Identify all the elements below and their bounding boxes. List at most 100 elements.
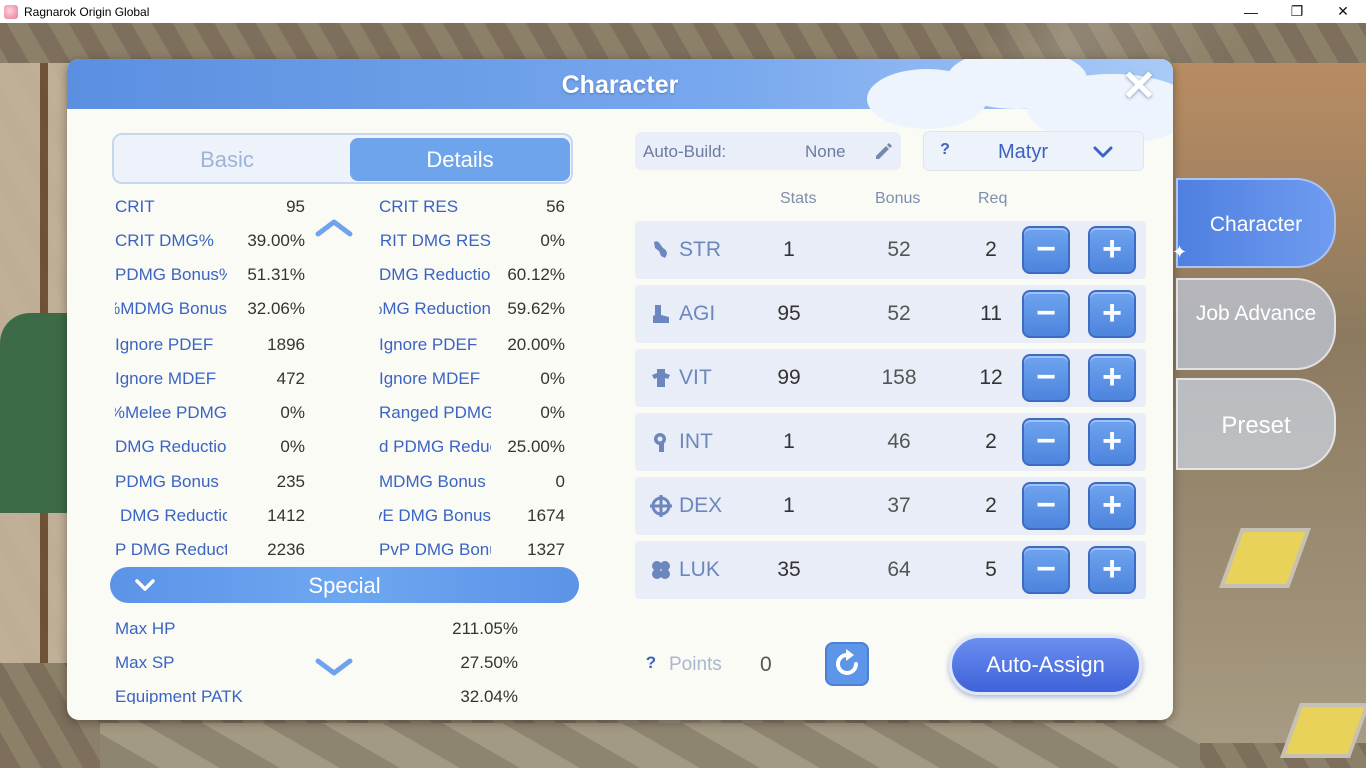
attribute-name: AGI (679, 302, 716, 325)
maximize-button[interactable]: ❐ (1274, 0, 1320, 23)
stat-value: 1674 (527, 506, 565, 525)
panel-title: Character (561, 71, 679, 99)
chevron-down-icon (1093, 146, 1113, 158)
stat-name: Melee PDMG% (115, 403, 227, 422)
scene-ground (100, 723, 1200, 768)
chevron-down-icon[interactable] (312, 655, 356, 681)
stat-value: 0% (540, 231, 565, 250)
stat-name: Ranged PDMG% (379, 403, 491, 422)
stat-value: 56 (546, 197, 565, 216)
auto-build-field[interactable]: Auto-Build: None (635, 132, 901, 170)
tab-details[interactable]: Details (350, 138, 570, 181)
decrease-str-button[interactable]: − (1022, 226, 1070, 274)
attribute-bonus: 46 (887, 430, 911, 453)
points-label: Points (669, 654, 722, 675)
attribute-name: LUK (679, 558, 720, 581)
stat-value: 0% (540, 403, 565, 422)
help-icon[interactable]: ? (936, 141, 954, 159)
dex-icon (650, 495, 672, 517)
auto-build-label: Auto-Build: (643, 142, 727, 161)
reset-button[interactable] (825, 642, 869, 686)
stat-name: Equipment PATK (115, 687, 243, 704)
side-tab-job-advance[interactable]: Job Advance (1176, 278, 1336, 370)
chevron-up-icon[interactable] (312, 214, 356, 240)
increase-int-button[interactable]: + (1088, 418, 1136, 466)
job-select-value: Matyr (998, 141, 1048, 163)
stat-value: 32.06% (247, 299, 305, 318)
column-header-stats: Stats (780, 190, 817, 207)
close-icon[interactable]: ✕ (1119, 65, 1159, 107)
points-help-icon[interactable]: ? (641, 653, 661, 673)
column-header-bonus: Bonus (875, 190, 921, 207)
stat-name: Ignore MDEF (115, 369, 217, 388)
attribute-stats: 1 (783, 494, 795, 517)
side-tab-preset[interactable]: Preset (1176, 378, 1336, 470)
attribute-bonus: 37 (887, 494, 911, 517)
attribute-bonus: 52 (887, 238, 911, 261)
str-icon (654, 241, 667, 258)
luk-icon (652, 561, 670, 579)
stat-name: PvP DMG Bonus (379, 540, 491, 559)
increase-luk-button[interactable]: + (1088, 546, 1136, 594)
stat-value: 25.00% (507, 437, 565, 456)
window-controls: — ❐ ✕ (1228, 0, 1366, 23)
stat-value: 1412 (267, 506, 305, 525)
increase-str-button[interactable]: + (1088, 226, 1136, 274)
attribute-bonus: 52 (887, 302, 911, 325)
decrease-int-button[interactable]: − (1022, 418, 1070, 466)
stat-name: CRIT DMG% (115, 231, 214, 250)
stat-value: 27.50% (460, 653, 518, 672)
stat-name: MDMG Bonus (379, 472, 486, 491)
attribute-name: STR (679, 238, 721, 261)
stat-name: Max HP (115, 619, 176, 638)
stat-name: MG Reduction% (379, 299, 491, 318)
attribute-bonus: 64 (887, 558, 911, 581)
stats-tabs: Basic Details (112, 133, 573, 184)
window-title: Ragnarok Origin Global (24, 4, 150, 19)
stat-value: 0% (280, 437, 305, 456)
stat-value: 60.12% (507, 265, 565, 284)
attribute-stats: 35 (777, 558, 801, 581)
decrease-dex-button[interactable]: − (1022, 482, 1070, 530)
stat-name: P DMG Reduction (115, 540, 227, 559)
stat-name: CRIT (115, 197, 155, 216)
attribute-stats: 99 (777, 366, 801, 389)
attribute-row-dex: DEX 1 37 2 − + (635, 477, 1146, 535)
auto-assign-button[interactable]: Auto-Assign (949, 635, 1142, 695)
attribute-name: VIT (679, 366, 712, 389)
auto-build-value: None (805, 142, 846, 161)
stat-value: 0% (280, 403, 305, 422)
edit-icon[interactable] (873, 141, 893, 161)
job-select-dropdown[interactable]: ? Matyr (923, 131, 1144, 171)
increase-agi-button[interactable]: + (1088, 290, 1136, 338)
details-stats-list[interactable]: CRIT 95 CRIT DMG% 39.00% PDMG Bonus% 51.31%… (112, 194, 582, 564)
stat-name: DMG Reduction (115, 437, 227, 456)
side-tab-character[interactable]: Character (1176, 178, 1336, 268)
stat-name: CRIT RES (379, 197, 459, 216)
decrease-agi-button[interactable]: − (1022, 290, 1070, 338)
decrease-vit-button[interactable]: − (1022, 354, 1070, 402)
stat-name: Ignore PDEF (379, 335, 478, 354)
special-section-header[interactable]: Special (110, 567, 579, 603)
attribute-req: 2 (985, 238, 997, 261)
refresh-icon (836, 649, 858, 675)
decrease-luk-button[interactable]: − (1022, 546, 1070, 594)
increase-dex-button[interactable]: + (1088, 482, 1136, 530)
int-icon (654, 433, 666, 452)
tab-basic[interactable]: Basic (117, 138, 337, 181)
attribute-row-agi: AGI 95 52 11 − + (635, 285, 1146, 343)
increase-vit-button[interactable]: + (1088, 354, 1136, 402)
attribute-stats: 95 (777, 302, 801, 325)
stat-value: 0% (540, 369, 565, 388)
attribute-row-vit: VIT 99 158 12 − + (635, 349, 1146, 407)
attribute-req: 2 (985, 430, 997, 453)
panel-header: Character ✕ (67, 59, 1173, 144)
minimize-button[interactable]: — (1228, 0, 1274, 23)
attribute-req: 11 (980, 302, 1002, 325)
agi-icon (653, 305, 669, 323)
stat-name: DMG Reduction (120, 506, 227, 525)
stat-value: 51.31% (247, 265, 305, 284)
window-close-button[interactable]: ✕ (1320, 0, 1366, 23)
scene-green-door (0, 313, 70, 513)
vit-icon (652, 369, 670, 387)
